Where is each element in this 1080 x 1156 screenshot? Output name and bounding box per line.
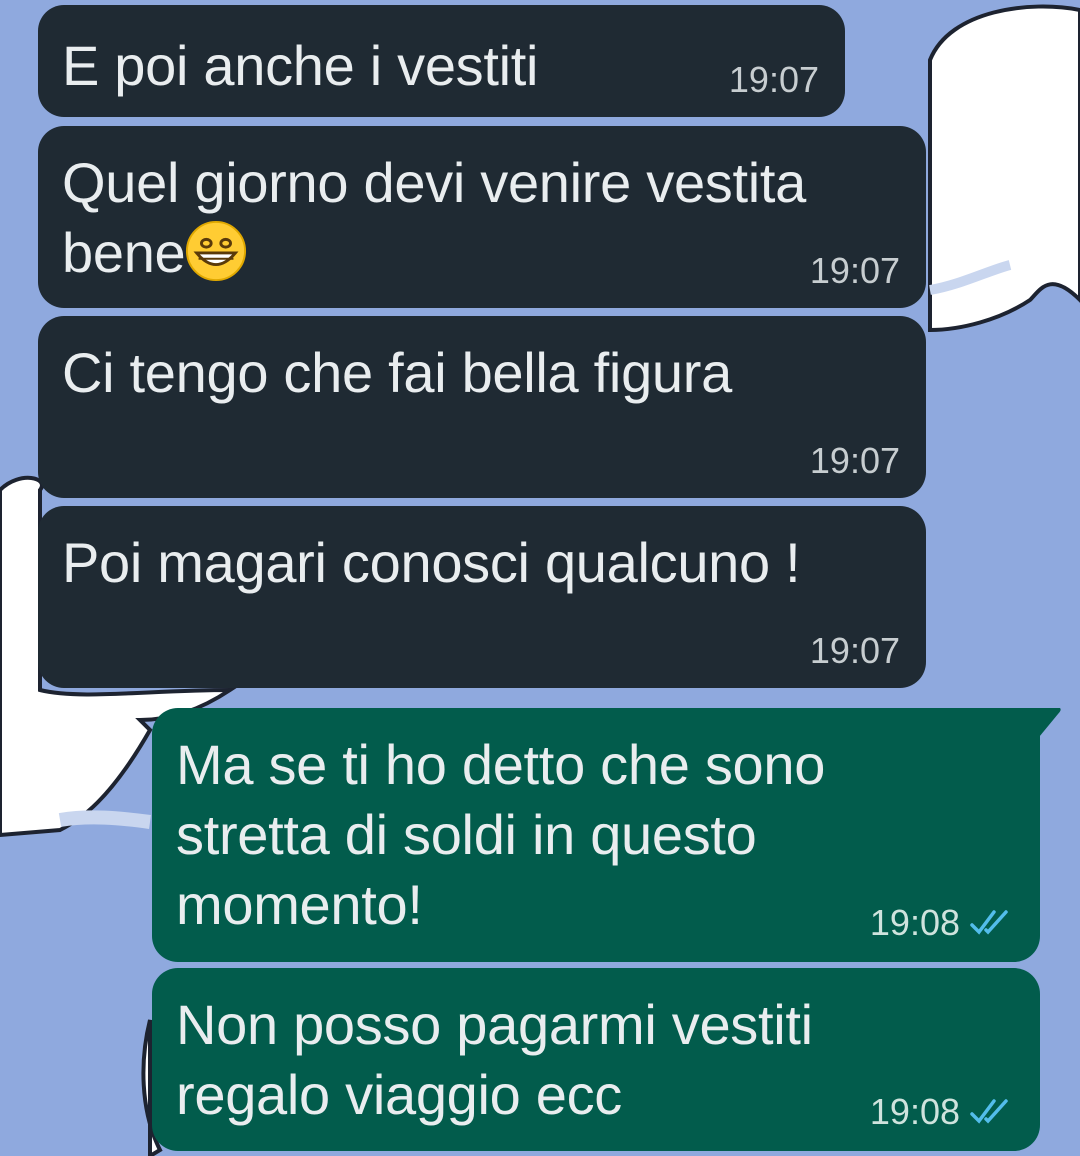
message-line: Quel giorno devi venire vestita (62, 151, 806, 214)
outgoing-message-bubble[interactable]: Non posso pagarmi vestiti regalo viaggio… (152, 968, 1040, 1151)
message-text: E poi anche i vestiti (62, 34, 539, 97)
message-time: 19:07 (810, 250, 900, 292)
incoming-message-bubble[interactable]: Quel giorno devi venire vestita bene 19:0… (38, 126, 926, 308)
message-text: Ci tengo che fai bella figura (62, 341, 732, 404)
time-label: 19:08 (869, 902, 960, 943)
incoming-message-bubble[interactable]: E poi anche i vestiti 19:07 (38, 5, 845, 117)
message-text: Quel giorno devi venire vestita bene (62, 148, 902, 288)
time-label: 19:07 (809, 630, 900, 671)
message-meta: 19:08 (870, 902, 1014, 944)
incoming-message-bubble[interactable]: Ci tengo che fai bella figura 19:07 (38, 316, 926, 498)
outgoing-message-bubble[interactable]: Ma se ti ho detto che sono stretta di so… (152, 708, 1040, 962)
message-text: Poi magari conosci qualcuno ! (62, 531, 801, 594)
message-meta: 19:08 (870, 1091, 1014, 1133)
double-check-read-icon (970, 1099, 1008, 1124)
grinning-face-emoji-icon (186, 220, 247, 282)
message-time: 19:07 (810, 440, 900, 482)
incoming-message-bubble[interactable]: Poi magari conosci qualcuno ! 19:07 (38, 506, 926, 688)
message-time: 19:07 (810, 630, 900, 672)
double-check-read-icon (970, 910, 1008, 935)
message-line: bene (62, 221, 186, 284)
time-label: 19:07 (728, 59, 819, 100)
time-label: 19:08 (869, 1091, 960, 1132)
message-time: 19:07 (729, 59, 819, 101)
time-label: 19:07 (809, 250, 900, 291)
time-label: 19:07 (809, 440, 900, 481)
